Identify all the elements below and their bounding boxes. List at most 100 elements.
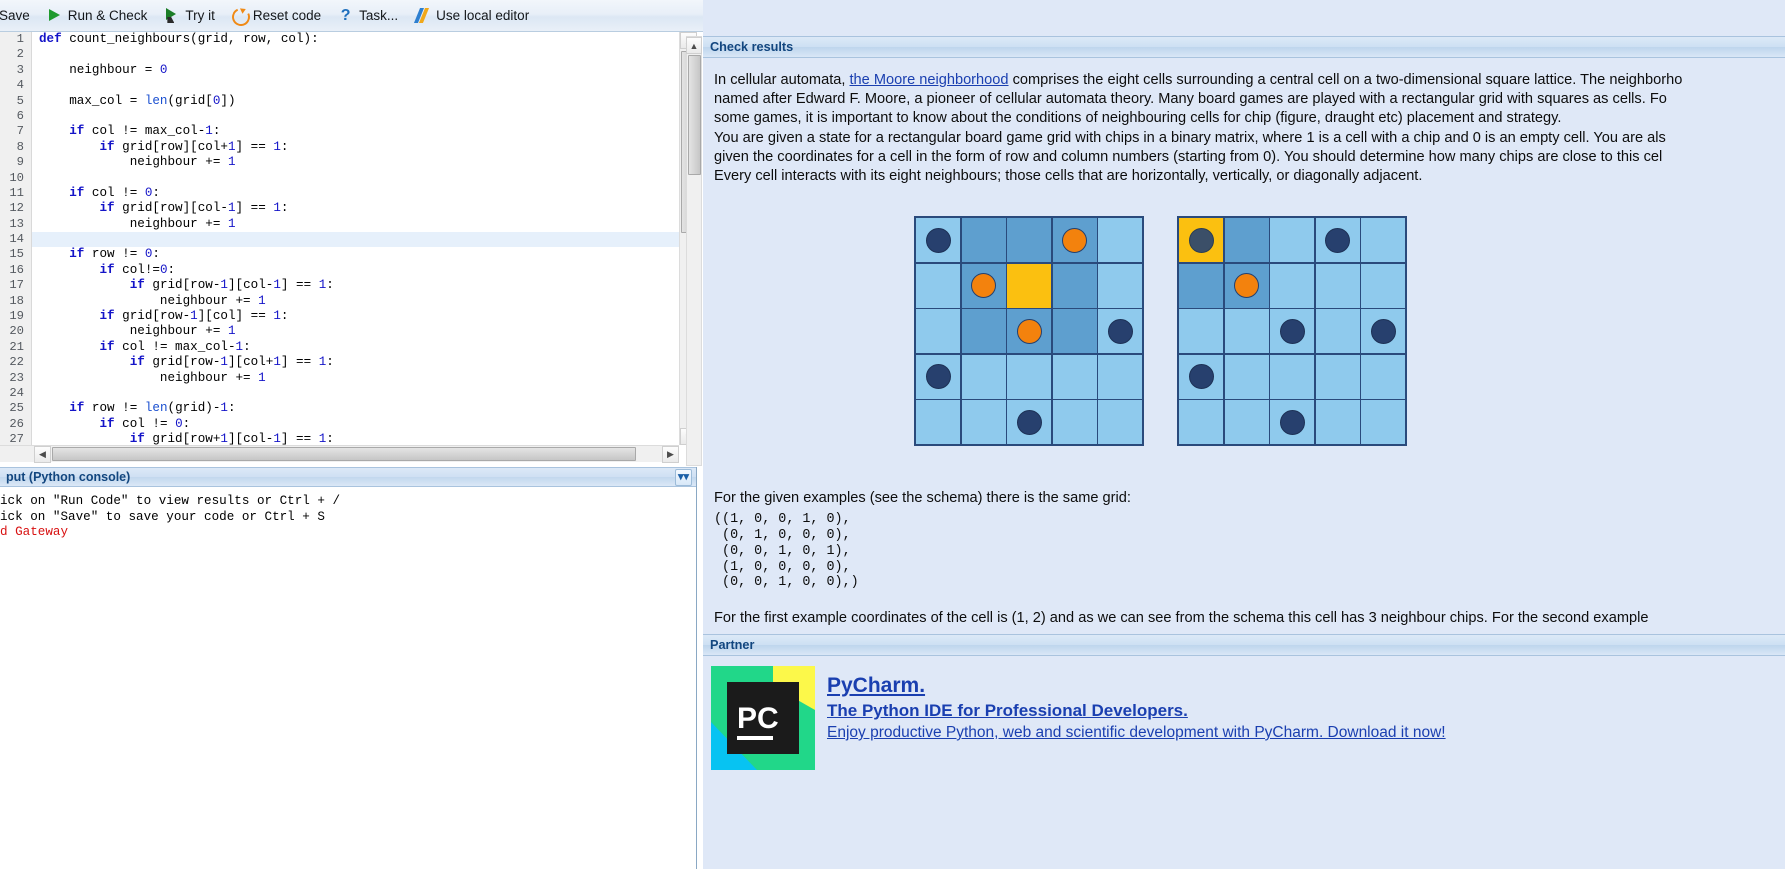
code-source-text[interactable]: if col != 0: bbox=[32, 186, 160, 201]
code-source-text[interactable] bbox=[32, 78, 39, 93]
code-line[interactable]: 24 bbox=[0, 385, 679, 402]
scroll-left-arrow[interactable]: ◀ bbox=[34, 446, 51, 463]
line-number: 27 bbox=[0, 432, 32, 445]
code-line[interactable]: 20 neighbour += 1 bbox=[0, 324, 679, 340]
board-cell bbox=[1052, 400, 1097, 444]
code-line[interactable]: 19 if grid[row-1][col] == 1: bbox=[0, 309, 679, 325]
line-number: 16 bbox=[0, 262, 32, 279]
code-line[interactable]: 18 neighbour += 1 bbox=[0, 293, 679, 310]
code-line[interactable]: 1 def count_neighbours(grid, row, col): bbox=[0, 32, 679, 48]
rp-scroll-thumb[interactable] bbox=[688, 55, 701, 175]
try-it-button[interactable]: Try it bbox=[156, 3, 222, 29]
code-source-text[interactable]: neighbour += 1 bbox=[32, 324, 236, 339]
board-cell bbox=[1224, 354, 1269, 399]
code-line[interactable]: 21 if col != max_col-1: bbox=[0, 339, 679, 356]
code-line[interactable]: 3 neighbour = 0 bbox=[0, 62, 679, 79]
code-source-text[interactable] bbox=[32, 386, 39, 401]
code-source-text[interactable]: if row != 0: bbox=[32, 247, 160, 262]
right-pane-scrollbar[interactable]: ▲ bbox=[686, 36, 702, 466]
code-source-text[interactable] bbox=[32, 109, 39, 124]
code-source-text[interactable]: if grid[row-1][col+1] == 1: bbox=[32, 355, 334, 370]
line-number: 12 bbox=[0, 201, 32, 217]
code-line[interactable]: 10 bbox=[0, 170, 679, 186]
console-output[interactable]: ick on "Run Code" to view results or Ctr… bbox=[0, 488, 696, 869]
use-local-editor-label: Use local editor bbox=[436, 8, 530, 23]
code-source-text[interactable]: if col != 0: bbox=[32, 417, 190, 432]
code-source-text[interactable] bbox=[32, 232, 39, 247]
neighbour-cell bbox=[961, 218, 1006, 262]
pycharm-logo[interactable]: PC bbox=[711, 666, 815, 770]
code-source-text[interactable]: if grid[row-1][col] == 1: bbox=[32, 309, 288, 324]
code-line[interactable]: 13 neighbour += 1 bbox=[0, 216, 679, 233]
code-source-text[interactable]: neighbour += 1 bbox=[32, 155, 236, 170]
line-number: 8 bbox=[0, 139, 32, 156]
code-source-text[interactable] bbox=[32, 171, 39, 186]
save-button[interactable]: Save bbox=[0, 3, 37, 29]
moore-neighborhood-link[interactable]: the Moore neighborhood bbox=[849, 72, 1008, 88]
chip-marker bbox=[1234, 273, 1259, 298]
editor-horizontal-scrollbar[interactable]: ◀ ▶ bbox=[0, 445, 679, 463]
code-line[interactable]: 2 bbox=[0, 47, 679, 63]
line-number: 23 bbox=[0, 370, 32, 386]
code-text-area[interactable]: 1 def count_neighbours(grid, row, col): 2 3… bbox=[0, 32, 679, 445]
line-number: 14 bbox=[0, 232, 32, 248]
code-source-text[interactable]: if col != max_col-1: bbox=[32, 340, 250, 355]
code-source-text[interactable]: max_col = len(grid[0]) bbox=[32, 94, 235, 109]
code-line[interactable]: 27 if grid[row+1][col-1] == 1: bbox=[0, 432, 679, 445]
reset-code-button[interactable]: Reset code bbox=[224, 3, 328, 29]
code-line[interactable]: 22 if grid[row-1][col+1] == 1: bbox=[0, 355, 679, 371]
code-source-text[interactable]: if col!=0: bbox=[32, 263, 175, 278]
board-cell bbox=[1270, 354, 1314, 399]
code-line[interactable]: 15 if row != 0: bbox=[0, 247, 679, 263]
task-button[interactable]: ? Task... bbox=[330, 3, 405, 29]
code-line[interactable]: 9 neighbour += 1 bbox=[0, 155, 679, 171]
description-line-3: some games, it is important to know abou… bbox=[714, 110, 1562, 127]
code-line[interactable]: 11 if col != 0: bbox=[0, 185, 679, 202]
collapse-chevron-icon[interactable]: ▾▾ bbox=[675, 469, 692, 486]
code-line[interactable]: 6 bbox=[0, 108, 679, 125]
rp-scroll-up-arrow[interactable]: ▲ bbox=[686, 37, 702, 54]
code-source-text[interactable]: neighbour = 0 bbox=[32, 63, 167, 78]
code-line[interactable]: 16 if col!=0: bbox=[0, 262, 679, 279]
code-line[interactable]: 7 if col != max_col-1: bbox=[0, 124, 679, 140]
code-source-text[interactable]: if col != max_col-1: bbox=[32, 124, 220, 139]
code-source-text[interactable]: if grid[row+1][col-1] == 1: bbox=[32, 432, 334, 445]
pycharm-description-link[interactable]: Enjoy productive Python, web and scienti… bbox=[827, 722, 1446, 744]
board-cell bbox=[1179, 309, 1223, 353]
code-source-text[interactable]: if grid[row][col-1] == 1: bbox=[32, 201, 288, 216]
use-local-editor-button[interactable]: Use local editor bbox=[407, 3, 536, 29]
horizontal-scroll-thumb[interactable] bbox=[52, 447, 636, 461]
line-number: 24 bbox=[0, 385, 32, 402]
pycharm-subtitle-link[interactable]: The Python IDE for Professional Develope… bbox=[827, 699, 1446, 722]
code-source-text[interactable]: neighbour += 1 bbox=[32, 371, 266, 386]
board-cell bbox=[1270, 218, 1314, 262]
code-line[interactable]: 8 if grid[row][col+1] == 1: bbox=[0, 139, 679, 156]
code-line[interactable]: 26 if col != 0: bbox=[0, 416, 679, 433]
code-line[interactable]: 14 bbox=[0, 232, 679, 248]
board-cell bbox=[1361, 263, 1405, 308]
run-and-check-button[interactable]: Run & Check bbox=[39, 3, 155, 29]
chip-marker bbox=[1016, 409, 1042, 435]
scroll-right-arrow[interactable]: ▶ bbox=[662, 446, 679, 463]
code-source-text[interactable]: def count_neighbours(grid, row, col): bbox=[32, 32, 319, 47]
line-number: 11 bbox=[0, 185, 32, 202]
code-source-text[interactable]: neighbour += 1 bbox=[32, 217, 236, 232]
pycharm-title-link[interactable]: PyCharm. bbox=[827, 672, 1446, 699]
code-source-text[interactable]: if row != len(grid)-1: bbox=[32, 401, 235, 416]
board-cell bbox=[1361, 400, 1405, 444]
code-source-text[interactable]: if grid[row][col+1] == 1: bbox=[32, 140, 288, 155]
code-line[interactable]: 12 if grid[row][col-1] == 1: bbox=[0, 201, 679, 217]
neighbour-cell bbox=[1007, 218, 1051, 262]
code-source-text[interactable]: if grid[row-1][col-1] == 1: bbox=[32, 278, 334, 293]
code-line[interactable]: 23 neighbour += 1 bbox=[0, 370, 679, 386]
code-editor[interactable]: 1 def count_neighbours(grid, row, col): 2 3… bbox=[0, 32, 697, 463]
code-source-text[interactable]: neighbour += 1 bbox=[32, 294, 266, 309]
play-icon bbox=[46, 7, 63, 24]
code-line[interactable]: 17 if grid[row-1][col-1] == 1: bbox=[0, 278, 679, 294]
code-source-text[interactable] bbox=[32, 47, 39, 62]
code-line[interactable]: 25 if row != len(grid)-1: bbox=[0, 401, 679, 417]
line-number: 13 bbox=[0, 216, 32, 233]
code-line[interactable]: 4 bbox=[0, 78, 679, 94]
board-cell bbox=[1315, 400, 1360, 444]
code-line[interactable]: 5 max_col = len(grid[0]) bbox=[0, 93, 679, 109]
